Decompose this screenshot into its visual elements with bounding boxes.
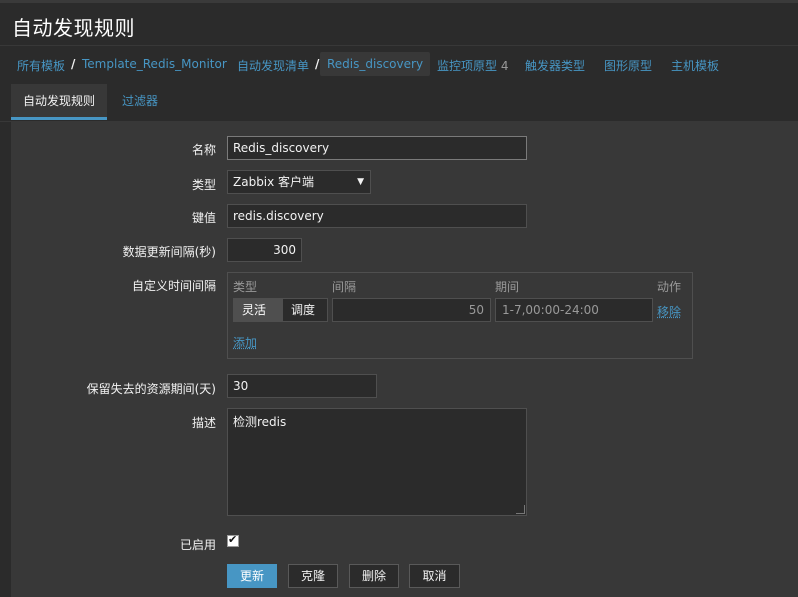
title-divider — [0, 45, 798, 46]
col-action-header: 动作 — [657, 280, 682, 294]
scheduling-toggle[interactable]: 调度 — [282, 298, 328, 322]
breadcrumb-all-templates[interactable]: 所有模板 — [17, 57, 65, 74]
lifetime-label: 保留失去的资源期间(天) — [86, 382, 216, 396]
custom-interval-input[interactable]: 50 — [332, 298, 491, 322]
breadcrumb-trigger-prototypes[interactable]: 触发器类型 — [525, 57, 585, 74]
interval-input[interactable]: 300 — [227, 238, 302, 262]
type-select-value: Zabbix 客户端 — [233, 175, 315, 189]
col-type-header: 类型 — [233, 280, 258, 294]
remove-interval-link[interactable]: 移除 — [657, 303, 681, 320]
resize-handle-icon[interactable] — [516, 505, 525, 514]
breadcrumb-discovery-list[interactable]: 自动发现清单 — [237, 57, 309, 74]
type-select[interactable]: Zabbix 客户端 ▼ — [227, 170, 371, 194]
delete-button[interactable]: 删除 — [349, 564, 399, 588]
breadcrumb-graph-prototypes[interactable]: 图形原型 — [604, 57, 652, 74]
description-textarea[interactable]: 检测redis — [227, 408, 527, 516]
form-panel — [11, 122, 798, 597]
lifetime-input[interactable]: 30 — [227, 374, 377, 398]
tab-filters[interactable]: 过滤器 — [110, 84, 170, 119]
custom-intervals-table: 类型 间隔 期间 动作 灵活 调度 50 1-7,00:00-24:00 移除 … — [227, 272, 693, 359]
flexible-toggle[interactable]: 灵活 — [233, 298, 283, 322]
breadcrumb: 所有模板 / Template_Redis_Monitor 自动发现清单 / R… — [0, 52, 798, 78]
breadcrumb-current-rule[interactable]: Redis_discovery — [320, 52, 431, 76]
page-title: 自动发现规则 — [12, 16, 135, 40]
checkmark-icon: ✔ — [228, 533, 238, 546]
description-label: 描述 — [191, 416, 216, 430]
add-interval-link[interactable]: 添加 — [233, 334, 257, 351]
update-button[interactable]: 更新 — [227, 564, 277, 588]
col-interval-header: 间隔 — [332, 280, 357, 294]
breadcrumb-separator: / — [315, 57, 320, 71]
name-label: 名称 — [191, 143, 216, 157]
type-label: 类型 — [191, 178, 216, 192]
enabled-checkbox[interactable]: ✔ — [227, 533, 239, 547]
tab-bar: 自动发现规则 过滤器 — [0, 84, 798, 122]
col-period-header: 期间 — [495, 280, 520, 294]
description-text: 检测redis — [233, 415, 287, 429]
key-input[interactable]: redis.discovery — [227, 204, 527, 228]
item-prototypes-count: 4 — [500, 59, 509, 73]
cancel-button[interactable]: 取消 — [409, 564, 460, 588]
breadcrumb-host-prototypes[interactable]: 主机模板 — [671, 57, 719, 74]
tab-discovery-rule[interactable]: 自动发现规则 — [11, 84, 108, 120]
interval-label: 数据更新间隔(秒) — [122, 245, 216, 259]
name-input[interactable]: Redis_discovery — [227, 136, 527, 160]
breadcrumb-separator: / — [71, 57, 76, 71]
breadcrumb-template[interactable]: Template_Redis_Monitor — [82, 57, 227, 71]
clone-button[interactable]: 克隆 — [288, 564, 338, 588]
enabled-label: 已启用 — [179, 538, 216, 552]
custom-period-input[interactable]: 1-7,00:00-24:00 — [495, 298, 653, 322]
chevron-down-icon: ▼ — [357, 177, 364, 187]
key-label: 键值 — [191, 211, 216, 225]
custom-intervals-label: 自定义时间间隔 — [131, 279, 216, 293]
breadcrumb-item-prototypes[interactable]: 监控项原型 4 — [437, 57, 508, 74]
item-prototypes-label: 监控项原型 — [437, 59, 498, 73]
top-bar — [0, 0, 798, 3]
